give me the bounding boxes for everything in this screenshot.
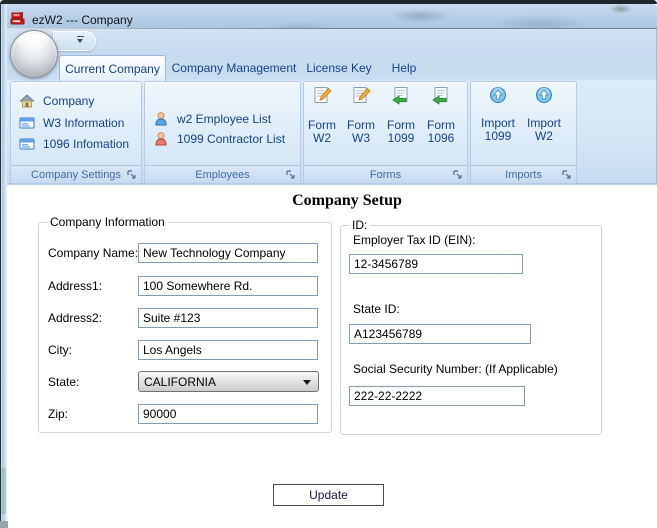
address2-label: Address2: bbox=[48, 311, 103, 325]
state-id-input[interactable] bbox=[349, 324, 531, 344]
form-edit-icon bbox=[314, 87, 332, 103]
ribbon-group-employees: w2 Employee List 1099 Contractor List Em… bbox=[144, 81, 301, 184]
tab-current-company[interactable]: Current Company bbox=[59, 55, 166, 81]
ein-label: Employer Tax ID (EIN): bbox=[353, 233, 476, 247]
group-footer-employees: Employees bbox=[145, 165, 300, 183]
application-orb-button[interactable] bbox=[10, 30, 58, 78]
company-information-groupbox: Company Information Company Name: Addres… bbox=[38, 215, 332, 433]
table-icon bbox=[19, 117, 35, 129]
dialog-launcher-icon[interactable] bbox=[452, 169, 464, 181]
ribbon-group-company-settings: Company W3 Information 1096 Infomation C… bbox=[10, 81, 142, 184]
company-name-input[interactable] bbox=[138, 243, 318, 263]
id-groupbox: ID: Employer Tax ID (EIN): State ID: Soc… bbox=[340, 218, 602, 435]
city-input[interactable] bbox=[138, 340, 318, 360]
zip-label: Zip: bbox=[48, 407, 69, 421]
window-corner bbox=[0, 521, 8, 528]
ribbon-item-w3-information[interactable]: W3 Information bbox=[19, 113, 124, 133]
ribbon-item-1099-contractor-list[interactable]: 1099 Contractor List bbox=[153, 129, 285, 149]
tab-company-management[interactable]: Company Management bbox=[170, 55, 298, 80]
dialog-launcher-icon[interactable] bbox=[285, 169, 297, 181]
window-title: ezW2 --- Company bbox=[32, 13, 133, 27]
update-button[interactable]: Update bbox=[273, 484, 384, 506]
ezw2-window: ezW2 --- Company Current Company Company… bbox=[0, 0, 657, 528]
chevron-down-icon[interactable] bbox=[77, 36, 85, 45]
dialog-launcher-icon[interactable] bbox=[561, 169, 573, 181]
ein-input[interactable] bbox=[349, 254, 523, 274]
window-left-edge bbox=[0, 4, 7, 528]
person-blue-icon bbox=[155, 112, 167, 126]
form-edit-icon bbox=[353, 87, 371, 103]
home-icon bbox=[19, 94, 35, 108]
ssn-input[interactable] bbox=[349, 386, 525, 406]
groupbox-legend: Company Information bbox=[47, 215, 168, 229]
state-label: State: bbox=[48, 375, 80, 389]
ribbon-button-form-1099[interactable]: Form 1099 bbox=[382, 84, 420, 145]
form-arrow-icon bbox=[392, 87, 408, 105]
form-arrow-icon bbox=[432, 87, 448, 105]
ribbon-button-import-w2[interactable]: Import W2 bbox=[523, 84, 565, 143]
chevron-down-icon bbox=[303, 380, 311, 385]
city-label: City: bbox=[48, 343, 72, 357]
zip-input[interactable] bbox=[138, 404, 318, 424]
ssn-label: Social Security Number: (If Applicable) bbox=[353, 362, 558, 376]
titlebar: ezW2 --- Company bbox=[1, 4, 657, 28]
tab-license-key[interactable]: License Key bbox=[298, 55, 380, 80]
ribbon-item-1096-infomation[interactable]: 1096 Infomation bbox=[19, 134, 129, 154]
page-title: Company Setup bbox=[292, 192, 402, 209]
ribbon-button-import-1099[interactable]: Import 1099 bbox=[477, 84, 519, 143]
group-footer-forms: Forms bbox=[304, 165, 467, 183]
company-name-label: Company Name: bbox=[48, 246, 139, 260]
ribbon-item-company[interactable]: Company bbox=[19, 91, 94, 111]
quick-access-toolbar[interactable] bbox=[53, 31, 96, 51]
client-area: Company Setup Company Information Compan… bbox=[7, 185, 657, 528]
tab-help[interactable]: Help bbox=[382, 55, 426, 80]
state-id-label: State ID: bbox=[353, 302, 400, 316]
address1-input[interactable] bbox=[138, 276, 318, 296]
import-up-icon bbox=[490, 87, 506, 103]
person-red-icon bbox=[155, 132, 167, 146]
ribbon-button-form-w2[interactable]: Form W2 bbox=[303, 84, 341, 145]
address1-label: Address1: bbox=[48, 279, 103, 293]
ribbon-button-form-w3[interactable]: Form W3 bbox=[342, 84, 380, 145]
address2-input[interactable] bbox=[138, 308, 318, 328]
state-select[interactable]: CALIFORNIA bbox=[138, 371, 319, 392]
group-footer-company-settings: Company Settings bbox=[11, 165, 141, 183]
import-up-icon bbox=[536, 87, 552, 103]
table-icon bbox=[19, 138, 35, 150]
state-selected-value: CALIFORNIA bbox=[144, 374, 217, 389]
ribbon-item-w2-employee-list[interactable]: w2 Employee List bbox=[153, 109, 271, 129]
ribbon-button-form-1096[interactable]: Form 1096 bbox=[422, 84, 460, 145]
app-icon bbox=[10, 12, 25, 25]
groupbox-legend: ID: bbox=[349, 218, 371, 232]
window-left-edge-tint bbox=[1, 468, 6, 514]
dialog-launcher-icon[interactable] bbox=[126, 169, 138, 181]
